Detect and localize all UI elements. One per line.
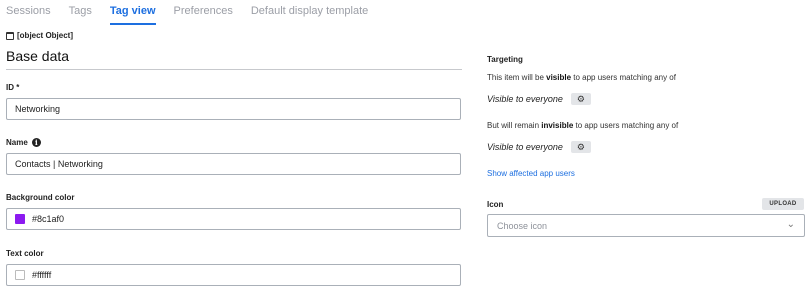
object-label: [object Object] (6, 31, 73, 40)
name-label-text: Name (6, 138, 28, 147)
background-color-field[interactable]: #8c1af0 (6, 208, 461, 230)
icon-label: Icon (487, 200, 504, 209)
invisible-word: invisible (541, 121, 574, 130)
object-label-text: [object Object] (17, 31, 74, 40)
background-color-label: Background color (6, 193, 74, 202)
text-color-label: Text color (6, 249, 44, 258)
invisible-description-prefix: But will remain (487, 121, 542, 130)
visible-rule-value: Visible to everyone (487, 94, 563, 104)
tab-sessions[interactable]: Sessions (6, 0, 51, 28)
chevron-down-icon: ⌄ (786, 219, 795, 230)
targeting-heading: Targeting (487, 55, 523, 64)
text-color-label-text: Text color (6, 249, 44, 258)
visible-settings-button[interactable]: ⚙ (570, 93, 591, 105)
visible-rule-row: Visible to everyone ⚙ (487, 93, 591, 105)
invisible-settings-button[interactable]: ⚙ (570, 141, 591, 153)
background-color-label-text: Background color (6, 193, 75, 202)
section-title: Base data (6, 48, 70, 64)
id-label-text: ID * (6, 83, 20, 92)
gear-icon: ⚙ (576, 141, 585, 152)
background-color-swatch[interactable] (15, 214, 25, 224)
gear-icon: ⚙ (576, 93, 585, 104)
tab-bar: Sessions Tags Tag view Preferences Defau… (6, 0, 386, 28)
invisible-description: But will remain invisible to app users m… (487, 121, 678, 130)
id-field[interactable]: Networking (6, 98, 461, 120)
invisible-description-suffix: to app users matching any of (573, 121, 679, 130)
name-field-value: Contacts | Networking (15, 159, 103, 169)
text-color-swatch[interactable] (15, 270, 25, 280)
visible-description: This item will be visible to app users m… (487, 73, 676, 82)
invisible-rule-value: Visible to everyone (487, 142, 563, 152)
background-color-value: #8c1af0 (32, 214, 65, 224)
visible-description-prefix: This item will be (487, 73, 547, 82)
visible-word: visible (546, 73, 572, 82)
text-color-field[interactable]: #ffffff (6, 264, 461, 286)
show-affected-users-link[interactable]: Show affected app users (487, 169, 575, 178)
section-divider (6, 69, 462, 70)
name-field[interactable]: Contacts | Networking (6, 153, 461, 175)
info-icon[interactable]: i (31, 138, 41, 147)
name-label: Name i (6, 138, 41, 147)
upload-button[interactable]: UPLOAD (762, 198, 804, 210)
tab-default-display-template[interactable]: Default display template (251, 0, 368, 28)
icon-select[interactable]: Choose icon ⌄ (487, 214, 805, 237)
text-color-value: #ffffff (32, 270, 52, 280)
visible-description-suffix: to app users matching any of (571, 73, 676, 82)
icon-select-placeholder: Choose icon (497, 220, 548, 231)
tab-tag-view[interactable]: Tag view (109, 0, 156, 28)
invisible-rule-row: Visible to everyone ⚙ (487, 141, 591, 153)
tab-tags[interactable]: Tags (69, 0, 92, 28)
tab-preferences[interactable]: Preferences (174, 0, 233, 28)
id-field-value: Networking (15, 104, 61, 114)
id-label: ID * (6, 83, 19, 92)
calendar-icon (6, 31, 14, 40)
